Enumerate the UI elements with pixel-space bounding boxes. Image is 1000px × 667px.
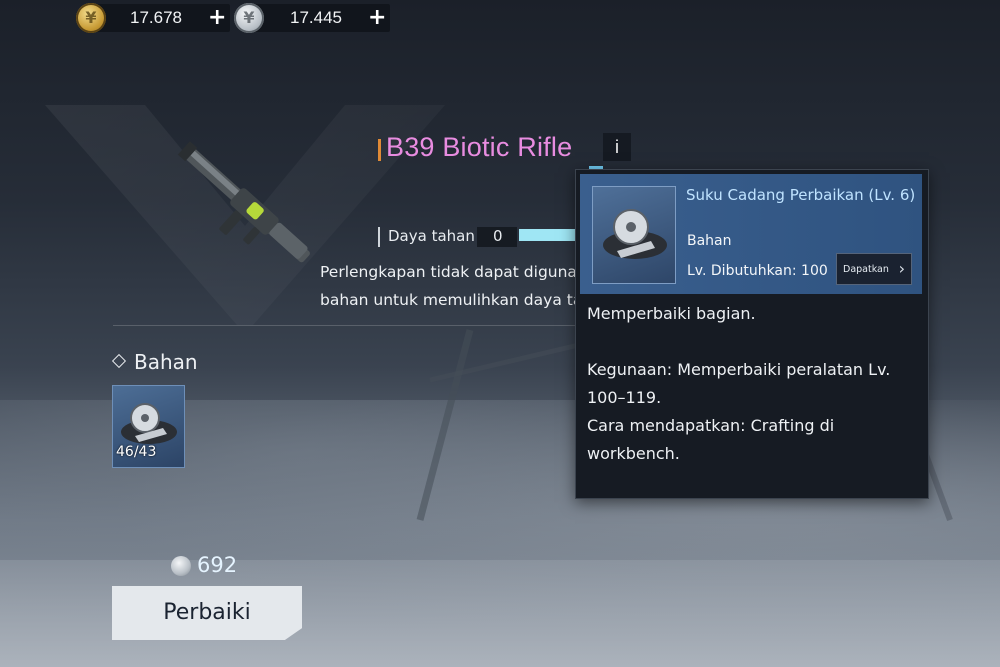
description-line-1: Perlengkapan tidak dapat digunakan <box>320 263 582 281</box>
add-gold-button[interactable]: + <box>208 7 226 29</box>
material-count: 46/43 <box>116 444 157 460</box>
tooltip-line-2: Kegunaan: Memperbaiki peralatan Lv. <box>587 360 891 379</box>
silver-amount: 17.445 <box>290 8 342 27</box>
chevron-right-icon: › <box>898 259 905 278</box>
diamond-icon <box>111 353 127 369</box>
silver-currency-bar: ¥ 17.445 + <box>234 3 390 33</box>
tooltip-required-level: Lv. Dibutuhkan: 100 <box>687 263 828 279</box>
silver-coin-cost-icon <box>171 556 191 576</box>
tooltip-line-4: Cara mendapatkan: Crafting di <box>587 416 835 435</box>
tooltip-item-type: Bahan <box>687 233 732 249</box>
tooltip-item-slot <box>592 186 676 284</box>
title-accent-mark <box>378 139 381 161</box>
durability-value: 0 <box>493 227 503 245</box>
item-title: B39 Biotic Rifle <box>386 132 573 162</box>
materials-section-label: Bahan <box>134 350 198 374</box>
durability-mark <box>378 227 380 247</box>
gold-currency-bar: ¥ 17.678 + <box>76 3 230 33</box>
description-line-2: bahan untuk memulihkan daya tahan. <box>320 291 582 309</box>
tooltip-line-3: 100–119. <box>587 388 662 407</box>
durability-bar <box>519 229 575 241</box>
rifle-icon <box>177 141 310 263</box>
tooltip-line-5: workbench. <box>587 444 680 463</box>
tooltip-description: Memperbaiki bagian. Kegunaan: Memperbaik… <box>587 300 917 468</box>
gold-coin-icon: ¥ <box>76 3 106 33</box>
tooltip-item-name: Suku Cadang Perbaikan (Lv. 6) <box>686 186 916 204</box>
gold-amount: 17.678 <box>130 8 182 27</box>
durability-label: Daya tahan <box>388 227 475 245</box>
tooltip-line-1: Memperbaiki bagian. <box>587 304 756 323</box>
repair-button[interactable]: Perbaiki <box>112 586 302 640</box>
repair-parts-icon <box>603 209 667 259</box>
item-description: Perlengkapan tidak dapat digunakan bahan… <box>320 258 582 314</box>
obtain-button[interactable]: Dapatkan › <box>836 253 912 285</box>
obtain-button-label: Dapatkan <box>843 264 889 275</box>
tooltip-spacer <box>587 328 917 356</box>
add-silver-button[interactable]: + <box>368 7 386 29</box>
section-divider <box>113 325 583 326</box>
info-button[interactable]: i <box>603 133 631 161</box>
repair-cost: 692 <box>197 553 238 577</box>
silver-coin-icon: ¥ <box>234 3 264 33</box>
